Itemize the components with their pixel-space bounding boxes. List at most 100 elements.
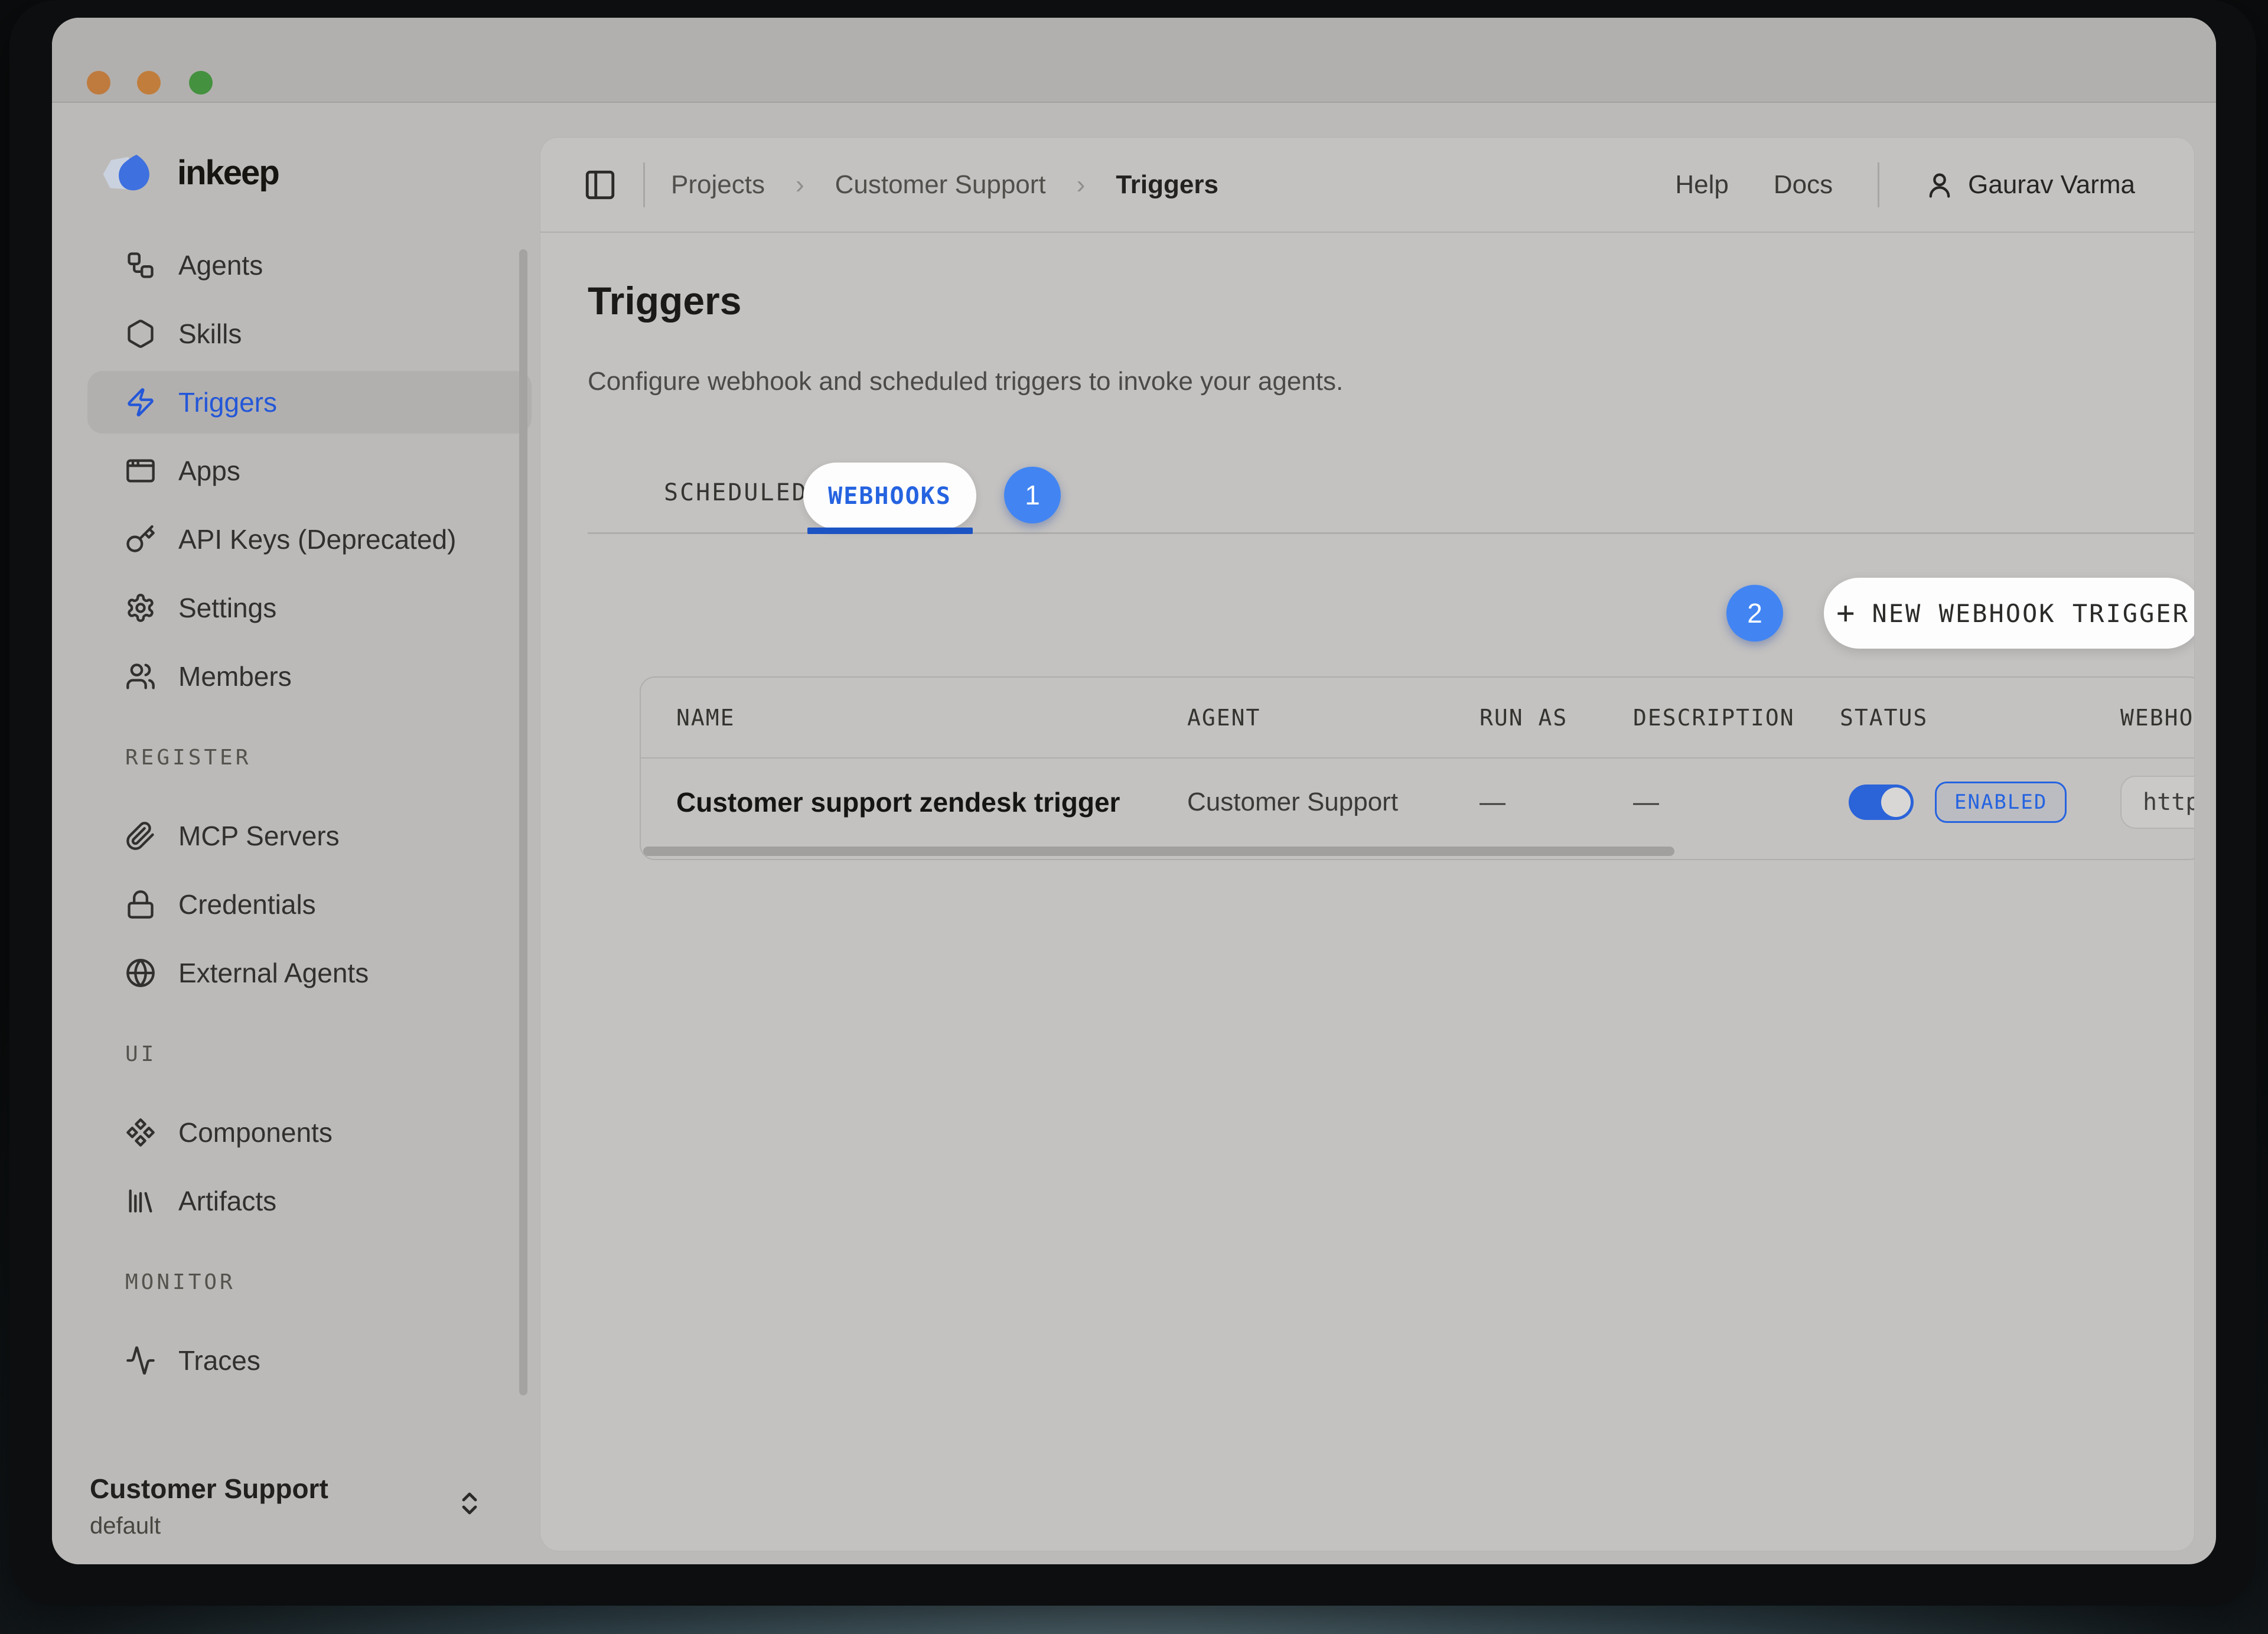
- main-panel: Projects › Customer Support › Triggers H…: [540, 138, 2194, 1551]
- sidebar-item-settings[interactable]: Settings: [87, 577, 532, 639]
- app-window: inkeep Agents Skills Triggers Apps: [52, 18, 2216, 1564]
- page-title: Triggers: [588, 278, 741, 323]
- user-icon: [1924, 170, 1955, 200]
- sidebar-item-agents[interactable]: Agents: [87, 234, 532, 297]
- column-header-agent: AGENT: [1187, 678, 1260, 757]
- column-header-webhook: WEBHOO: [2120, 678, 2194, 757]
- sidebar-toggle-button[interactable]: [583, 168, 617, 202]
- sidebar-item-skills[interactable]: Skills: [87, 302, 532, 365]
- tab-scheduled[interactable]: SCHEDULED: [664, 479, 808, 506]
- trigger-run-as: —: [1480, 787, 1506, 817]
- horizontal-scrollbar[interactable]: [643, 847, 1674, 856]
- gear-icon: [125, 593, 156, 623]
- sidebar-item-label: External Agents: [178, 957, 369, 989]
- page-header: Projects › Customer Support › Triggers H…: [540, 138, 2194, 233]
- library-icon: [125, 1186, 156, 1216]
- project-environment: default: [90, 1513, 517, 1539]
- webhook-url-chip: https: [2120, 776, 2194, 829]
- table-header-row: NAME AGENT RUN AS DESCRIPTION STATUS WEB…: [641, 678, 2194, 759]
- sidebar-item-label: Credentials: [178, 888, 316, 920]
- key-icon: [125, 524, 156, 555]
- sidebar-item-label: API Keys (Deprecated): [178, 523, 456, 555]
- sidebar-item-label: Components: [178, 1117, 333, 1148]
- sidebar-item-mcp-servers[interactable]: MCP Servers: [87, 805, 532, 867]
- sidebar-item-label: Triggers: [178, 386, 277, 418]
- project-switcher[interactable]: Customer Support default: [90, 1473, 517, 1539]
- table-row[interactable]: Customer support zendesk trigger Custome…: [641, 759, 2194, 846]
- active-tab-indicator: [807, 528, 973, 534]
- user-name: Gaurav Varma: [1968, 170, 2135, 200]
- zoom-window-button[interactable]: [189, 71, 213, 95]
- sidebar-item-label: Settings: [178, 592, 276, 624]
- component-icon: [125, 1117, 156, 1148]
- hexagon-icon: [125, 318, 156, 349]
- inkeep-logo: inkeep: [96, 137, 540, 208]
- project-name: Customer Support: [90, 1473, 517, 1505]
- sidebar-item-label: Artifacts: [178, 1185, 276, 1217]
- column-header-name: NAME: [676, 678, 735, 757]
- sidebar-item-label: Traces: [178, 1345, 260, 1376]
- user-menu[interactable]: Gaurav Varma: [1924, 170, 2135, 200]
- users-icon: [125, 661, 156, 692]
- tab-webhooks-label: WEBHOOKS: [828, 483, 951, 510]
- sidebar-item-apps[interactable]: Apps: [87, 440, 532, 502]
- annotation-badge-2: 2: [1726, 585, 1783, 642]
- minimize-window-button[interactable]: [137, 71, 161, 95]
- page-description: Configure webhook and scheduled triggers…: [588, 367, 1343, 396]
- column-header-status: STATUS: [1840, 678, 1928, 757]
- column-header-description: DESCRIPTION: [1633, 678, 1795, 757]
- sidebar-item-label: Apps: [178, 455, 240, 487]
- sidebar-section-ui: UI: [125, 1042, 532, 1068]
- breadcrumb-separator: ›: [796, 170, 804, 200]
- sidebar-item-triggers[interactable]: Triggers: [87, 371, 532, 434]
- header-divider: [643, 162, 645, 207]
- new-webhook-trigger-label: NEW WEBHOOK TRIGGER: [1872, 599, 2189, 628]
- app-window-icon: [125, 455, 156, 486]
- workflow-icon: [125, 250, 156, 281]
- sidebar-item-label: Agents: [178, 249, 263, 281]
- sidebar-item-components[interactable]: Components: [87, 1101, 532, 1164]
- annotation-badge-1-number: 1: [1025, 479, 1040, 511]
- triggers-table: NAME AGENT RUN AS DESCRIPTION STATUS WEB…: [640, 676, 2194, 860]
- sidebar-section-register: REGISTER: [125, 746, 532, 772]
- breadcrumb-project[interactable]: Customer Support: [835, 170, 1046, 200]
- close-window-button[interactable]: [87, 71, 110, 95]
- sidebar-nav: Agents Skills Triggers Apps API Keys (De…: [87, 234, 532, 1392]
- sidebar-scrollbar[interactable]: [519, 249, 527, 1395]
- sidebar-section-monitor: MONITOR: [125, 1270, 532, 1296]
- paperclip-icon: [125, 821, 156, 851]
- plus-icon: +: [1836, 595, 1856, 631]
- annotation-badge-2-number: 2: [1747, 597, 1762, 629]
- sidebar: inkeep Agents Skills Triggers Apps: [52, 103, 540, 1564]
- sidebar-item-members[interactable]: Members: [87, 645, 532, 708]
- trigger-name: Customer support zendesk trigger: [676, 786, 1120, 818]
- tab-webhooks[interactable]: WEBHOOKS: [803, 463, 976, 529]
- annotation-badge-1: 1: [1004, 467, 1061, 523]
- sidebar-item-artifacts[interactable]: Artifacts: [87, 1170, 532, 1232]
- sidebar-item-credentials[interactable]: Credentials: [87, 873, 532, 936]
- inkeep-logo-icon: [96, 148, 167, 197]
- globe-icon: [125, 958, 156, 988]
- zap-icon: [125, 387, 156, 418]
- status-badge: ENABLED: [1935, 782, 2067, 823]
- chevrons-up-down-icon: [455, 1489, 484, 1518]
- docs-link[interactable]: Docs: [1774, 170, 1833, 200]
- sidebar-item-api-keys[interactable]: API Keys (Deprecated): [87, 508, 532, 571]
- sidebar-item-label: Members: [178, 660, 292, 692]
- trigger-description: —: [1633, 787, 1659, 817]
- breadcrumb-projects[interactable]: Projects: [671, 170, 765, 200]
- help-link[interactable]: Help: [1675, 170, 1729, 200]
- header-divider: [1878, 162, 1879, 207]
- breadcrumb-separator: ›: [1077, 170, 1086, 200]
- status-toggle[interactable]: [1849, 785, 1914, 820]
- activity-icon: [125, 1345, 156, 1376]
- new-webhook-trigger-button[interactable]: + NEW WEBHOOK TRIGGER: [1824, 578, 2194, 649]
- sidebar-item-traces[interactable]: Traces: [87, 1329, 532, 1392]
- lock-icon: [125, 889, 156, 920]
- sidebar-item-label: MCP Servers: [178, 820, 340, 852]
- screenshot-stage: inkeep Agents Skills Triggers Apps: [0, 0, 2268, 1634]
- logo-wordmark: inkeep: [177, 153, 279, 193]
- toggle-knob: [1881, 787, 1911, 817]
- breadcrumb-current: Triggers: [1116, 170, 1218, 200]
- sidebar-item-external-agents[interactable]: External Agents: [87, 942, 532, 1004]
